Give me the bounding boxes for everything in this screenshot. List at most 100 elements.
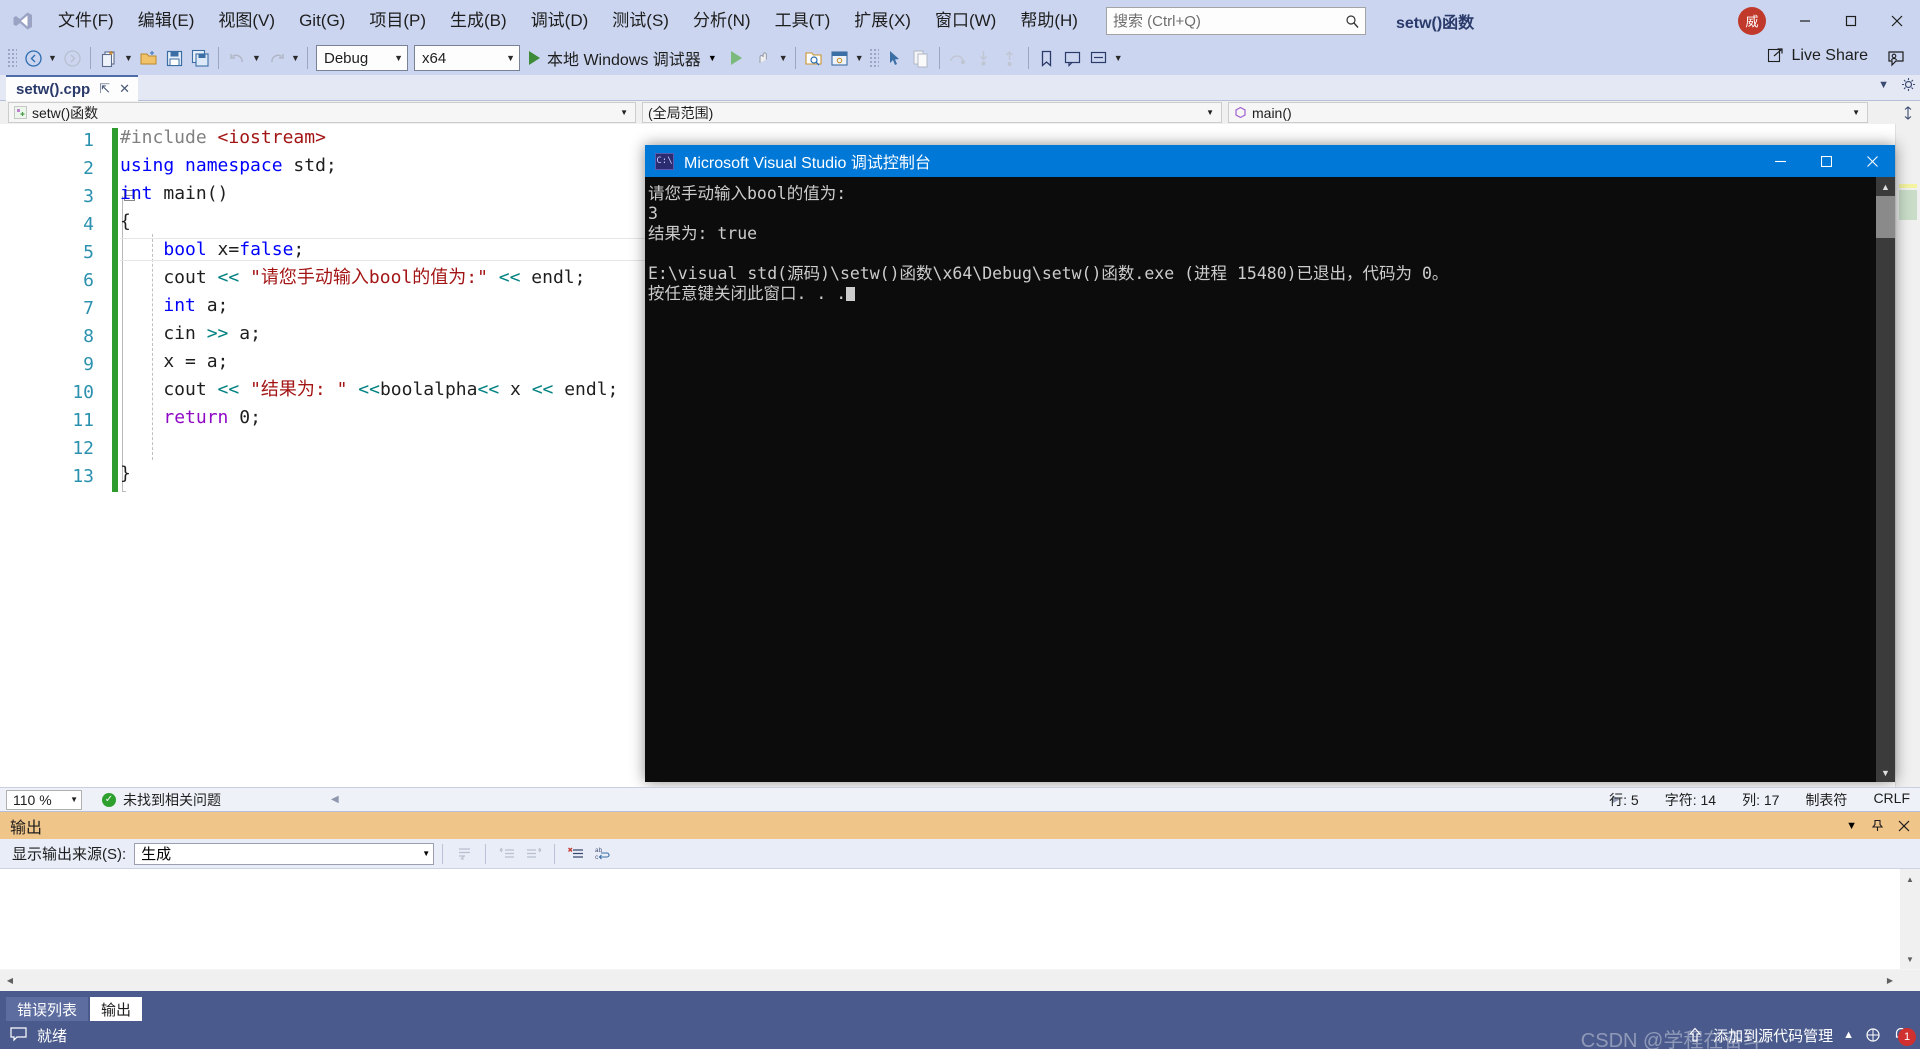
menu-item-help[interactable]: 帮助(H) [1008, 6, 1090, 36]
output-horizontal-scrollbar[interactable]: ◀ ▶ [0, 970, 1920, 991]
tab-setw-cpp[interactable]: setw().cpp ⇱ ✕ [6, 75, 138, 101]
navigate-back-icon[interactable] [20, 45, 46, 71]
chevron-down-icon[interactable]: ▼ [1846, 820, 1857, 832]
next-message-icon[interactable] [520, 842, 546, 866]
split-view-icon[interactable] [1901, 105, 1915, 120]
menu-item-file[interactable]: 文件(F) [46, 6, 126, 36]
toggle-word-wrap-icon[interactable]: ab c [589, 842, 615, 866]
step-into-icon[interactable] [971, 45, 997, 71]
menu-item-test[interactable]: 测试(S) [600, 6, 681, 36]
output-text-content[interactable] [0, 869, 1920, 969]
toolbar-grip-2[interactable] [868, 48, 879, 68]
console-output-line: E:\visual std(源码)\setw()函数\x64\Debug\set… [648, 264, 1449, 283]
search-input[interactable]: 搜索 (Ctrl+Q) [1105, 6, 1366, 35]
menu-item-window[interactable]: 窗口(W) [923, 6, 1008, 36]
pointer-select-icon[interactable] [882, 45, 908, 71]
menu-item-tools[interactable]: 工具(T) [763, 6, 843, 36]
console-output-area[interactable]: 请您手动输入bool的值为: 3 结果为: true E:\visual std… [645, 177, 1876, 782]
menu-item-edit[interactable]: 编辑(E) [126, 6, 207, 36]
project-scope-combo[interactable]: setw()函数 ▼ [8, 102, 636, 123]
search-folder-icon[interactable] [801, 45, 827, 71]
redo-dropdown[interactable]: ▼ [289, 45, 302, 71]
menu-item-git[interactable]: Git(G) [287, 6, 357, 36]
bookmark-icon[interactable] [1034, 45, 1060, 71]
pin-icon[interactable]: ⇱ [99, 81, 110, 97]
tab-error-list[interactable]: 错误列表 [6, 997, 89, 1021]
previous-message-icon[interactable] [494, 842, 520, 866]
minimize-button[interactable] [1782, 0, 1828, 41]
debug-console-window[interactable]: C:\ Microsoft Visual Studio 调试控制台 请您手动输入… [645, 145, 1895, 782]
tab-label: setw().cpp [16, 80, 91, 98]
open-file-icon[interactable] [135, 45, 161, 71]
scroll-up-icon[interactable]: ▲ [1900, 869, 1920, 889]
goto-message-icon[interactable] [451, 842, 477, 866]
scroll-down-icon[interactable]: ▼ [1876, 763, 1895, 782]
chevron-up-icon[interactable]: ▲ [1843, 1029, 1854, 1041]
gear-icon[interactable] [1901, 77, 1916, 92]
console-vertical-scrollbar[interactable]: ▲ ▼ [1876, 177, 1895, 782]
undo-icon[interactable] [224, 45, 250, 71]
chevron-down-icon[interactable]: ▼ [1878, 79, 1889, 91]
member-scope-combo[interactable]: main() ▼ [1228, 102, 1868, 123]
more-toolbar-options[interactable]: ▼ [1112, 45, 1125, 71]
source-control-label[interactable]: 添加到源代码管理 [1713, 1025, 1833, 1046]
attach-to-process-icon[interactable] [751, 45, 777, 71]
scroll-down-icon[interactable]: ▼ [1900, 949, 1920, 969]
attach-dropdown[interactable]: ▼ [777, 45, 790, 71]
close-button[interactable] [1874, 0, 1920, 41]
close-icon[interactable] [1898, 820, 1910, 832]
toolbar-grip[interactable] [7, 48, 17, 68]
menu-item-extensions[interactable]: 扩展(X) [842, 6, 923, 36]
upload-arrow-icon[interactable] [1687, 1027, 1703, 1043]
navigate-forward-icon[interactable] [59, 45, 85, 71]
window-layout-icon[interactable] [827, 45, 853, 71]
tab-output[interactable]: 输出 [90, 997, 143, 1021]
editor-vertical-scrollbar[interactable] [1895, 124, 1920, 787]
collapse-left-icon[interactable]: ◀ [331, 794, 339, 805]
clear-all-icon[interactable] [563, 842, 589, 866]
menu-item-analyze[interactable]: 分析(N) [681, 6, 763, 36]
step-over-icon[interactable] [945, 45, 971, 71]
member-scope-value: main() [1252, 104, 1292, 121]
undo-dropdown[interactable]: ▼ [250, 45, 263, 71]
close-icon[interactable]: ✕ [119, 81, 130, 97]
start-without-debugging-icon[interactable] [723, 45, 751, 71]
output-vertical-scrollbar[interactable]: ▲ ▼ [1900, 869, 1920, 969]
menu-item-debug[interactable]: 调试(D) [519, 6, 601, 36]
start-debugging-button[interactable]: 本地 Windows 调试器 ▼ [523, 44, 723, 72]
play-icon [529, 51, 540, 65]
step-out-icon[interactable] [997, 45, 1023, 71]
copy-element-icon[interactable] [908, 45, 934, 71]
scrollbar-thumb[interactable] [1876, 196, 1895, 238]
console-close-button[interactable] [1849, 145, 1895, 177]
scroll-left-icon[interactable]: ◀ [0, 970, 20, 991]
navigate-back-dropdown[interactable]: ▼ [46, 45, 59, 71]
redo-icon[interactable] [263, 45, 289, 71]
uncomment-block-icon[interactable] [1086, 45, 1112, 71]
scroll-up-icon[interactable]: ▲ [1876, 177, 1895, 196]
new-item-dropdown[interactable]: ▼ [122, 45, 135, 71]
solution-configuration-combo[interactable]: Debug ▼ [316, 45, 408, 71]
avatar[interactable]: 威 [1738, 6, 1766, 35]
maximize-button[interactable] [1828, 0, 1874, 41]
menu-item-build[interactable]: 生成(B) [438, 6, 519, 36]
console-minimize-button[interactable] [1757, 145, 1803, 177]
window-layout-dropdown[interactable]: ▼ [853, 45, 866, 71]
save-all-icon[interactable] [187, 45, 213, 71]
live-share-button[interactable]: Live Share [1766, 46, 1868, 65]
namespace-scope-combo[interactable]: (全局范围) ▼ [642, 102, 1222, 123]
menu-item-project[interactable]: 项目(P) [357, 6, 438, 36]
solution-platform-combo[interactable]: x64 ▼ [414, 45, 520, 71]
new-item-icon[interactable] [96, 45, 122, 71]
pin-icon[interactable] [1871, 819, 1884, 832]
scroll-right-icon[interactable]: ▶ [1880, 970, 1900, 991]
notification-bell-icon[interactable]: 1 [1892, 1026, 1916, 1046]
menu-item-view[interactable]: 视图(V) [206, 6, 287, 36]
send-feedback-icon[interactable] [1886, 48, 1906, 68]
output-source-combo[interactable]: 生成 ▼ [134, 842, 435, 865]
save-icon[interactable] [161, 45, 187, 71]
comment-block-icon[interactable] [1060, 45, 1086, 71]
zoom-level-combo[interactable]: 110 % ▼ [6, 789, 82, 810]
console-maximize-button[interactable] [1803, 145, 1849, 177]
select-repository-icon[interactable] [1864, 1026, 1882, 1044]
